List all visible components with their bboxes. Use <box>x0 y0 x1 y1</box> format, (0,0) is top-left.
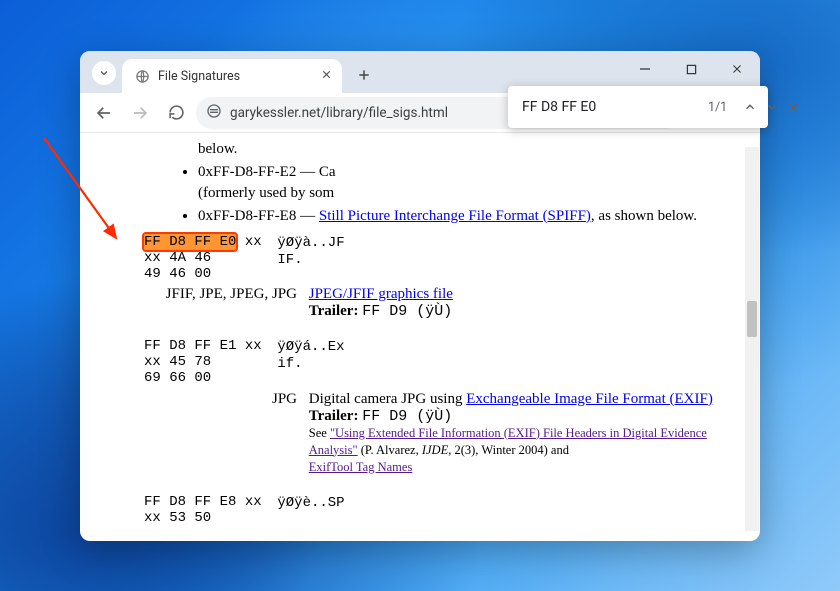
tab-title: File Signatures <box>158 69 240 84</box>
scrollbar-vertical[interactable] <box>745 147 759 531</box>
ext-desc: JPEG/JFIF graphics file Trailer: FF D9 (… <box>309 286 453 320</box>
back-button[interactable] <box>88 97 120 129</box>
hex-highlighted: FF D8 FF E0 <box>144 234 236 250</box>
bullet-fragment: below. <box>198 139 742 159</box>
window-controls <box>622 51 760 87</box>
site-info-icon[interactable] <box>206 103 222 123</box>
find-count: 1/1 <box>708 100 727 115</box>
bullet-e2: 0xFF-D8-FF-E2 — Ca(formerly used by som <box>198 162 742 203</box>
ascii-block: ÿØÿè..SP <box>277 494 344 511</box>
hex-block: FF D8 FF E8 xx xx 53 50 <box>144 494 262 526</box>
ext-label: JPG <box>152 391 297 408</box>
maximize-button[interactable] <box>668 51 714 87</box>
signature-row-e8: FF D8 FF E8 xx xx 53 50 ÿØÿè..SP <box>122 494 742 526</box>
hex-block: FF D8 FF E1 xx xx 45 78 69 66 00 <box>144 338 262 386</box>
find-close-button[interactable] <box>787 95 800 119</box>
signature-row-e0: FF D8 FF E0 xx xx 4A 46 49 46 00 ÿØÿà..J… <box>122 234 742 282</box>
exif-link[interactable]: Exchangeable Image File Format (EXIF) <box>466 391 713 407</box>
minimize-button[interactable] <box>622 51 668 87</box>
ascii-block: ÿØÿà..JF IF. <box>277 234 344 268</box>
spiff-link[interactable]: Still Picture Interchange File Format (S… <box>319 208 591 224</box>
globe-icon <box>134 68 150 84</box>
find-bar: 1/1 <box>508 86 768 128</box>
forward-button[interactable] <box>124 97 156 129</box>
page-content: below. 0xFF-D8-FF-E2 — Ca(formerly used … <box>80 133 760 541</box>
tab-close-button[interactable] <box>321 69 332 84</box>
signature-row-e1: FF D8 FF E1 xx xx 45 78 69 66 00 ÿØÿá..E… <box>122 338 742 386</box>
find-input[interactable] <box>522 99 700 115</box>
find-next-button[interactable] <box>765 95 779 119</box>
find-prev-button[interactable] <box>743 95 757 119</box>
ext-label: JFIF, JPE, JPEG, JPG <box>152 286 297 303</box>
exiftool-link[interactable]: ExifTool Tag Names <box>309 460 413 474</box>
jpeg-jfif-link[interactable]: JPEG/JFIF graphics file <box>309 286 453 302</box>
ascii-block: ÿØÿá..Ex if. <box>277 338 344 372</box>
close-window-button[interactable] <box>714 51 760 87</box>
tab-active[interactable]: File Signatures <box>122 59 342 93</box>
bullet-e8: 0xFF-D8-FF-E8 — Still Picture Interchang… <box>198 206 742 226</box>
ext-desc: Digital camera JPG using Exchangeable Im… <box>309 391 729 476</box>
scrollbar-thumb[interactable] <box>747 301 757 337</box>
reload-button[interactable] <box>160 97 192 129</box>
hex-block: FF D8 FF E0 xx xx 4A 46 49 46 00 <box>144 234 262 282</box>
tab-search-button[interactable] <box>92 61 116 85</box>
new-tab-button[interactable] <box>350 61 378 89</box>
